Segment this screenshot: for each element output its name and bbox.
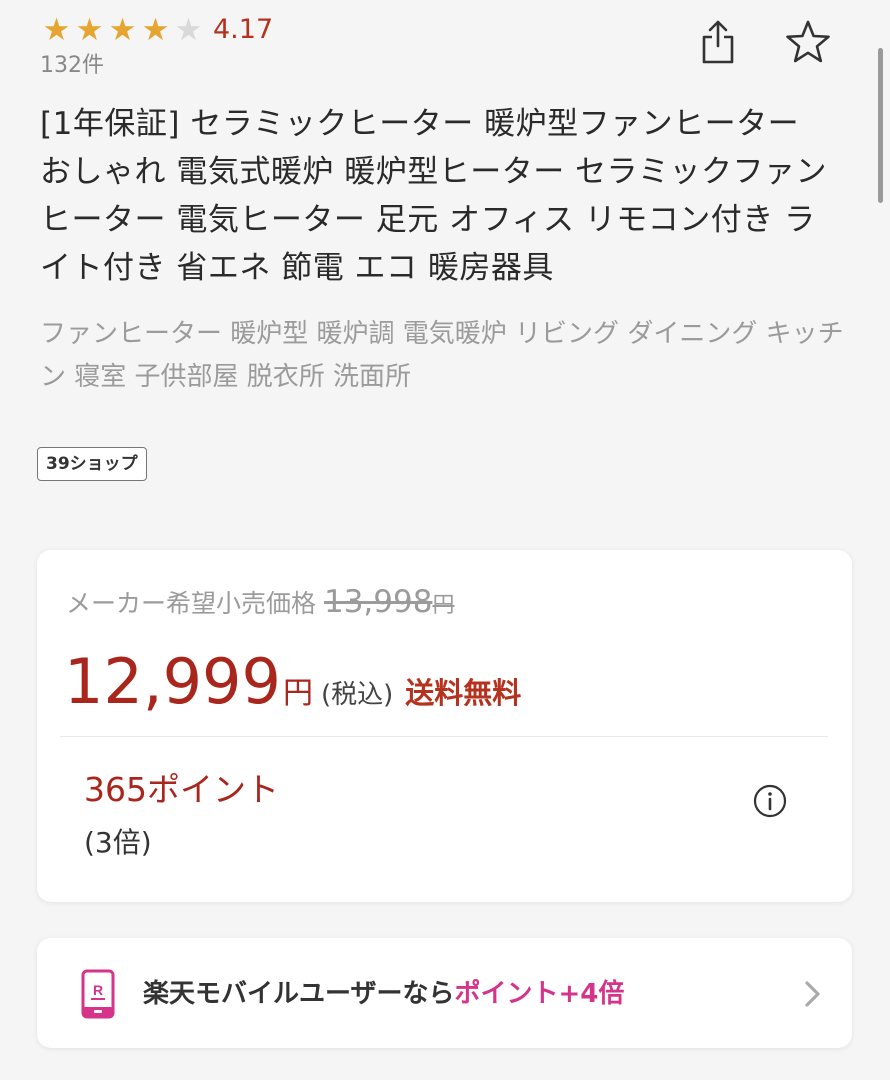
free-shipping-label: 送料無料 [405, 676, 522, 710]
mobile-promo-accent: ポイント+4倍 [454, 979, 625, 1009]
points-info-button[interactable] [753, 784, 787, 818]
points-amount: 365ポイント [84, 770, 279, 809]
rating-score: 4.17 [213, 14, 274, 45]
points-multiplier: (3倍) [84, 826, 152, 859]
tax-label: (税込) [320, 680, 394, 710]
rakuten-mobile-icon: R [81, 969, 115, 1019]
mobile-promo-text: 楽天モバイルユーザーならポイント+4倍 [143, 974, 624, 1014]
chevron-right-icon [805, 981, 820, 1007]
star-full-icon: ★ [75, 12, 104, 48]
list-price-yen: 円 [432, 593, 455, 618]
shop-badge: 39ショップ [37, 447, 147, 481]
product-page: ★ ★ ★ ★ ★ 4.17 132件 [1年保証] セラミックヒーター 暖炉型… [0, 0, 890, 1080]
sale-price-yen: 円 [282, 676, 313, 711]
svg-text:R: R [93, 982, 103, 998]
sale-price-amount: 12,999 [64, 645, 281, 718]
rakuten-mobile-promo[interactable]: R 楽天モバイルユーザーならポイント+4倍 [37, 938, 852, 1048]
share-button[interactable] [694, 16, 742, 68]
list-price: メーカー希望小売価格 13,998円 [66, 582, 454, 626]
product-catchcopy: ファンヒーター 暖炉型 暖炉調 電気暖炉 リビング ダイニング キッチン 寝室 … [40, 319, 844, 392]
product-title: [1年保証] セラミックヒーター 暖炉型ファンヒーター おしゃれ 電気式暖炉 暖… [40, 106, 828, 286]
list-price-amount: 13,998 [323, 584, 433, 620]
star-full-icon: ★ [42, 12, 71, 48]
review-count[interactable]: 132件 [40, 51, 104, 81]
scrollbar[interactable] [878, 48, 883, 203]
star-full-icon: ★ [108, 12, 137, 48]
rating-stars: ★ ★ ★ ★ ★ [40, 11, 205, 49]
favorite-button[interactable] [784, 16, 832, 68]
star-full-icon: ★ [141, 12, 170, 48]
sale-price: 12,999 円 (税込) 送料無料 [64, 642, 521, 722]
info-icon [753, 784, 787, 818]
list-price-label: メーカー希望小売価格 [66, 589, 317, 618]
mobile-promo-label: 楽天モバイルユーザーなら [143, 979, 455, 1009]
rating[interactable]: ★ ★ ★ ★ ★ 4.17 [40, 10, 274, 50]
divider [60, 736, 828, 737]
price-card: メーカー希望小売価格 13,998円 12,999 円 (税込) 送料無料 36… [37, 550, 852, 902]
star-outline-icon [786, 20, 830, 63]
star-empty-icon: ★ [174, 12, 203, 48]
share-icon [702, 20, 734, 64]
